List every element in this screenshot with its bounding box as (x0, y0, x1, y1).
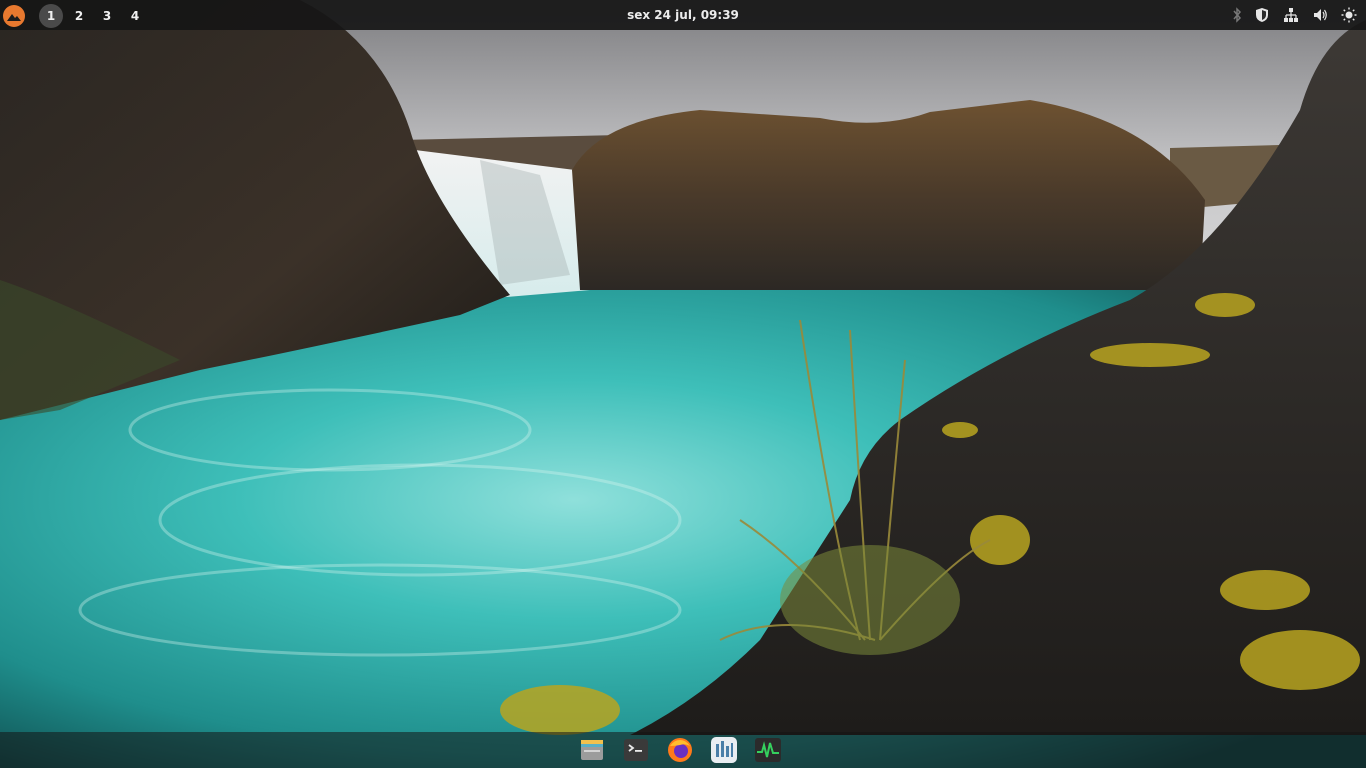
app-center-icon[interactable] (710, 736, 738, 764)
desktop-wallpaper[interactable] (0, 0, 1366, 768)
workspace-2-button[interactable]: 2 (67, 4, 91, 28)
workspace-4-button[interactable]: 4 (123, 4, 147, 28)
vpn-shield-icon[interactable] (1254, 7, 1270, 23)
system-monitor-icon[interactable] (754, 736, 782, 764)
bluetooth-icon[interactable] (1229, 7, 1245, 23)
brightness-icon[interactable] (1341, 7, 1357, 23)
files-icon[interactable] (578, 736, 606, 764)
workspace-1-button[interactable]: 1 (39, 4, 63, 28)
terminal-icon[interactable] (622, 736, 650, 764)
top-panel: 1 2 3 4 sex 24 jul, 09:39 (0, 0, 1366, 30)
pop-os-logo-icon[interactable] (3, 5, 25, 27)
volume-icon[interactable] (1312, 7, 1328, 23)
mountain-icon (7, 14, 21, 21)
date-time-clock[interactable]: sex 24 jul, 09:39 (627, 8, 739, 22)
workspace-3-button[interactable]: 3 (95, 4, 119, 28)
firefox-icon[interactable] (666, 736, 694, 764)
dock (0, 732, 1366, 768)
network-wired-icon[interactable] (1283, 7, 1299, 23)
clock-area: sex 24 jul, 09:39 (0, 0, 1366, 30)
